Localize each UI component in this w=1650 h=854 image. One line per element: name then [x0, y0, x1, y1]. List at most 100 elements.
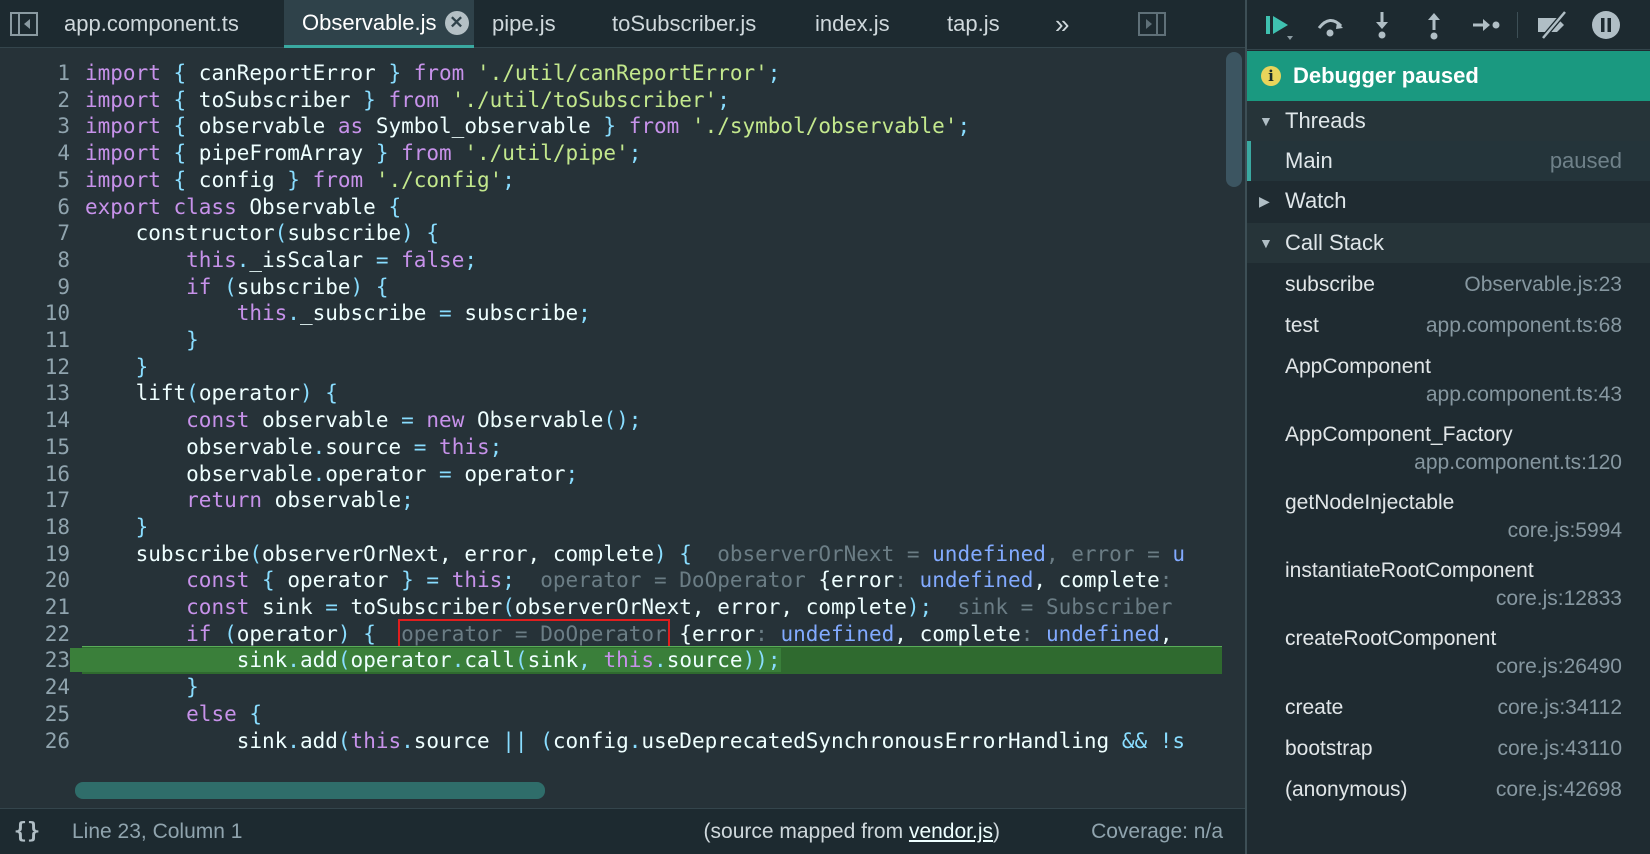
line-number: 18	[44, 514, 70, 539]
token: (	[249, 541, 263, 566]
line-source: this._subscribe = subscribe;	[70, 301, 591, 325]
vertical-scroll-thumb[interactable]	[1226, 52, 1242, 187]
code-line: 5 import { config } from './config';	[0, 166, 1222, 194]
inline-value-preview[interactable]: sink = Subscriber	[957, 595, 1172, 619]
step-over-icon[interactable]	[1313, 8, 1347, 42]
inline-value-preview[interactable]: observerOrNext = undefined, error = u	[717, 542, 1185, 566]
tab-observable[interactable]: Observable.js ✕	[284, 0, 474, 48]
call-frame[interactable]: (anonymous) core.js:42698	[1247, 770, 1650, 811]
tab-tap[interactable]: tap.js	[935, 0, 1025, 48]
token: import	[85, 87, 161, 112]
token: ;	[957, 114, 971, 139]
token: observable	[186, 434, 313, 459]
token: (	[337, 648, 351, 673]
code-line: 19 subscribe(observerOrNext, error, comp…	[0, 540, 1222, 568]
call-frame[interactable]: bootstrap core.js:43110	[1247, 729, 1650, 770]
resume-icon[interactable]	[1261, 8, 1295, 42]
code-line: 13 lift(operator) {	[0, 379, 1222, 407]
token: operator	[464, 461, 566, 486]
token: add	[299, 728, 338, 753]
step-icon[interactable]	[1469, 8, 1503, 42]
threads-section-header[interactable]: ▼ Threads	[1247, 101, 1650, 141]
line-source: observable.operator = operator;	[70, 462, 578, 486]
token: ) {	[337, 621, 376, 646]
chevrons-right-icon: »	[1055, 8, 1070, 39]
tab-pipe[interactable]: pipe.js	[480, 0, 588, 48]
token: operator	[287, 568, 389, 593]
code-line: 18 }	[0, 513, 1222, 541]
token: undefined	[780, 621, 895, 646]
frame-location: app.component.ts:43	[1425, 383, 1622, 406]
call-frame[interactable]: AppComponent app.component.ts:43	[1247, 347, 1650, 415]
token: u	[1172, 541, 1186, 566]
deactivate-breakpoints-icon[interactable]	[1535, 8, 1569, 42]
close-icon[interactable]: ✕	[444, 10, 469, 35]
watch-section-header[interactable]: ▶ Watch	[1247, 181, 1650, 221]
token: source	[325, 434, 402, 459]
thread-item-main[interactable]: Main paused	[1247, 141, 1650, 181]
token: subscribe	[464, 301, 579, 326]
source-map-link[interactable]: vendor.js	[909, 820, 993, 843]
call-frame[interactable]: create core.js:34112	[1247, 688, 1650, 729]
line-source: const sink = toSubscriber(observerOrNext…	[70, 595, 1172, 619]
token: return	[186, 488, 263, 513]
token: ,	[1045, 541, 1072, 566]
token: =	[401, 434, 440, 459]
step-out-icon[interactable]	[1417, 8, 1451, 42]
token: }	[363, 141, 402, 166]
horizontal-scroll-thumb[interactable]	[75, 782, 545, 799]
tabs-overflow-button[interactable]: »	[1043, 0, 1093, 48]
code-view[interactable]: 1 import { canReportError } from './util/…	[0, 59, 1222, 779]
call-frame[interactable]: AppComponent_Factory app.component.ts:12…	[1247, 415, 1650, 483]
token: lift	[85, 381, 187, 406]
callstack-section-header[interactable]: ▼ Call Stack	[1247, 223, 1650, 263]
line-source: lift(operator) {	[70, 381, 338, 405]
token: ) {	[653, 541, 692, 566]
line-number: 26	[44, 728, 70, 753]
pretty-print-button[interactable]: {}	[2, 819, 52, 844]
token: operator	[236, 621, 338, 646]
call-frame[interactable]: createRootComponent core.js:26490	[1247, 619, 1650, 687]
token: =	[363, 247, 402, 272]
toggle-debugger-icon[interactable]	[1138, 11, 1166, 37]
inline-value-preview[interactable]: operator = DoOperator {error: undefined,…	[398, 618, 1172, 649]
token: observerOrNext	[717, 541, 895, 566]
coverage-status: Coverage: n/a	[1091, 819, 1223, 843]
tab-app-component[interactable]: app.component.ts	[52, 0, 280, 48]
line-number: 11	[44, 328, 70, 352]
token: import	[85, 61, 161, 85]
frame-function: AppComponent	[1285, 355, 1431, 378]
token: {	[160, 87, 199, 112]
code-line: 1 import { canReportError } from './util/…	[0, 59, 1222, 87]
call-frame[interactable]: getNodeInjectable core.js:5994	[1247, 483, 1650, 551]
call-frame[interactable]: instantiateRootComponent core.js:12833	[1247, 551, 1650, 619]
token: =	[894, 541, 933, 566]
line-number: 3	[57, 114, 70, 139]
call-frame[interactable]: test app.component.ts:68	[1247, 306, 1650, 347]
paused-message: Debugger paused	[1293, 63, 1479, 88]
token: observable	[198, 114, 326, 139]
inline-value-preview[interactable]: operator = DoOperator {error: undefined,…	[540, 568, 1185, 592]
line-number: 5	[57, 167, 70, 192]
step-into-icon[interactable]	[1365, 8, 1399, 42]
tab-tosubscriber[interactable]: toSubscriber.js	[600, 0, 790, 48]
tab-label: Observable.js	[302, 9, 437, 35]
code-line: 8 this._isScalar = false;	[0, 246, 1222, 274]
line-source: }	[70, 675, 199, 699]
line-number: 12	[44, 354, 70, 379]
vertical-scrollbar[interactable]	[1222, 48, 1245, 778]
pause-on-exceptions-icon[interactable]	[1589, 8, 1623, 42]
tab-index[interactable]: index.js	[803, 0, 913, 48]
line-source: import { observable as Symbol_observable…	[70, 114, 970, 138]
call-frame[interactable]: subscribe Observable.js:23	[1247, 265, 1650, 306]
token: :	[1159, 568, 1186, 593]
frame-location: core.js:43110	[1497, 737, 1622, 760]
frame-location: app.component.ts:120	[1414, 451, 1622, 474]
line-source: const observable = new Observable();	[70, 408, 641, 432]
toggle-sidebar-icon[interactable]	[10, 11, 38, 37]
code-line: 21 const sink = toSubscriber(observerOrN…	[0, 593, 1222, 621]
